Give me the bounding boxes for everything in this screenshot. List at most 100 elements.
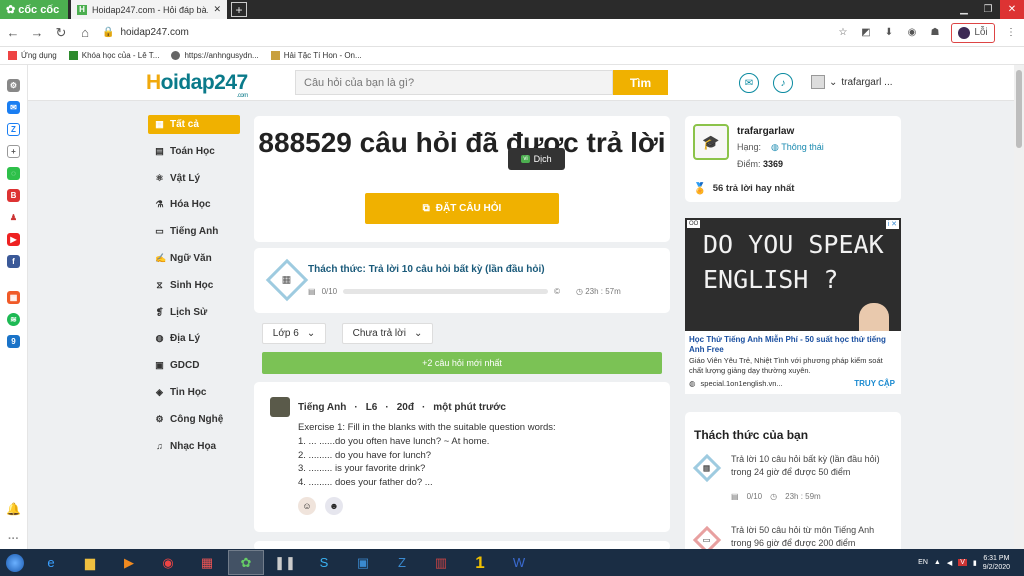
settings-icon[interactable]: ⚙ [7,79,20,92]
volume-icon[interactable]: ◀ [947,559,952,567]
search-button[interactable]: Tìm [613,70,668,95]
extension-icon[interactable]: ◩ [859,26,873,40]
translate-tooltip[interactable]: vi Dịch [508,148,565,170]
url-field[interactable]: 🔒 hoidap247.com [102,22,826,44]
facebook-icon[interactable]: f [7,255,20,268]
ad-url[interactable]: ◍ special.1on1english.vn... [689,379,783,388]
coccoc-menu-button[interactable]: ✿ cốc cốc [0,0,68,19]
sidebar-item-toán-học[interactable]: ▤ Toán Học [148,142,240,161]
word-icon[interactable]: W [501,550,537,575]
new-questions-button[interactable]: +2 câu hỏi mới nhất [262,352,662,374]
notification-bell-icon[interactable]: 🔔 [6,502,21,516]
spotify-icon[interactable]: ≋ [7,313,20,326]
sidebar-item-công-nghệ[interactable]: ⚙ Công Nghệ [148,410,240,429]
sidebar-item-tiếng-anh[interactable]: ▭ Tiếng Anh [148,222,240,241]
more-icon[interactable]: ··· [7,532,20,545]
close-window-icon[interactable]: ✕ [1000,0,1024,19]
avatar[interactable] [270,397,290,417]
clock[interactable]: 6:31 PM 9/2/2020 [983,554,1010,572]
notification-icon[interactable]: ♪ [773,73,793,93]
zalo-icon[interactable]: Z [7,123,20,136]
header-user-menu[interactable]: ⌄ trafargarl ... [811,75,893,89]
bookmark-game[interactable]: Hải Tặc Tí Hon - On... [270,51,362,60]
sidebar-item-sinh-học[interactable]: ⧖ Sinh Học [148,276,240,295]
window-icon[interactable]: ▣ [345,550,381,575]
coin-icon[interactable]: ◉ [905,26,919,40]
maximize-icon[interactable]: ❐ [976,0,1000,19]
sidebar-item-hóa-học[interactable]: ⚗ Hóa Học [148,195,240,214]
home-icon[interactable]: ⌂ [78,25,92,40]
bookmark-anhngu[interactable]: https://anhngusydn... [171,51,259,60]
chat-bubble-icon[interactable]: ✉ [739,73,759,93]
question-body[interactable]: Exercise 1: Fill in the blanks with the … [298,421,556,490]
new-tab-button[interactable]: + [231,2,247,17]
reload-icon[interactable]: ↻ [54,25,68,41]
skype-icon[interactable]: S [306,550,342,575]
pause-icon[interactable]: ❚❚ [267,550,303,575]
download-icon[interactable]: ⬇ [882,26,896,40]
start-button[interactable] [0,549,30,576]
b-app-icon[interactable]: B [7,189,20,202]
adchoices-icon[interactable]: OO [687,220,701,228]
challenge-card[interactable]: ▦ Thách thức: Trả lời 10 câu hỏi bất kỳ … [254,248,670,313]
android-icon[interactable]: ☗ [928,26,942,40]
messenger-icon[interactable]: ✉ [7,101,20,114]
ad-image[interactable]: OO i ✕ DO YOU SPEAK ENGLISH ? [685,218,901,331]
close-tab-icon[interactable]: ✕ [213,4,221,15]
zalo-icon[interactable]: Z [384,550,420,575]
shop-icon[interactable]: ▦ [7,291,20,304]
sidebar-item-vật-lý[interactable]: ⚛ Vật Lý [148,169,240,188]
sidebar-item-tất-cả[interactable]: ▦ Tất cả [148,115,240,134]
chat-icon[interactable]: ◌ [7,167,20,180]
profile-error-button[interactable]: Lỗi [951,22,995,43]
grade-filter-select[interactable]: Lớp 6 ⌄ [262,323,326,344]
page-scrollbar[interactable] [1014,65,1024,549]
challenge-item-text[interactable]: Trả lời 50 câu hỏi từ môn Tiếng Anh tron… [731,524,896,550]
sidebar-item-ngữ-văn[interactable]: ✍ Ngữ Văn [148,249,240,268]
ask-question-button[interactable]: ⧉ ĐẶT CÂU HỎI [365,193,559,224]
person-icon[interactable]: ♟ [7,211,20,224]
ad-visit-button[interactable]: TRUY CẬP [854,379,895,388]
search-input[interactable]: Câu hỏi của bạn là gì? [295,70,613,95]
chrome-icon[interactable]: ◉ [150,550,186,575]
paint-icon[interactable]: ▦ [189,550,225,575]
ie-icon[interactable]: e [33,550,69,575]
hoidap-logo[interactable]: Hoidap247 .com [146,71,248,99]
close-ad-icon[interactable]: i ✕ [885,220,899,229]
sidebar-item-tin-học[interactable]: ◈ Tin Học [148,383,240,402]
bookmark-course[interactable]: Khóa học của - Lê T... [68,51,159,60]
face-icon[interactable]: ☻ [325,497,343,515]
back-icon[interactable]: ← [6,25,20,40]
add-icon[interactable]: + [7,145,20,158]
sidebar-item-nhạc-họa[interactable]: ♫ Nhạc Họa [148,437,240,456]
status-filter-select[interactable]: Chưa trả lời ⌄ [342,323,433,344]
antivirus-icon[interactable]: V [958,559,967,566]
face-icon[interactable]: ☺ [298,497,316,515]
media-player-icon[interactable]: ▶ [111,550,147,575]
network-icon[interactable]: ▮ [973,559,977,567]
coccoc-taskbar-icon[interactable]: ✿ [228,550,264,575]
advertisement[interactable]: OO i ✕ DO YOU SPEAK ENGLISH ? Học Thử Ti… [685,218,901,394]
bookmark-apps[interactable]: Ứng dụng [8,51,57,60]
bookmark-star-icon[interactable]: ☆ [836,26,850,40]
question-card[interactable]: Tiếng Anh · L6 · 20đ · một phút trước Exercise… [254,382,670,532]
winrar-icon[interactable]: ▥ [423,550,459,575]
folder-icon[interactable]: ▆ [72,550,108,575]
youtube-icon[interactable]: ▶ [7,233,20,246]
scrollbar-thumb[interactable] [1016,70,1022,148]
nine-icon[interactable]: 9 [7,335,20,348]
forward-icon[interactable]: → [30,25,44,40]
arrow-up-icon[interactable]: ▲ [934,559,941,566]
clock-icon: ◷ [576,287,583,296]
sidebar-item-gdcd[interactable]: ▣ GDCD [148,356,240,375]
sidebar-item-lịch-sử[interactable]: ❡ Lịch Sử [148,303,240,322]
sidebar-item-địa-lý[interactable]: ◍ Địa Lý [148,329,240,348]
ad-title[interactable]: Học Thử Tiếng Anh Miễn Phí - 50 suất học… [689,335,894,355]
browser-tab-hoidap[interactable]: H Hoidap247.com - Hỏi đáp bà... ✕ [71,0,227,19]
avatar[interactable]: 🎓 [693,124,729,160]
menu-icon[interactable]: ⋮ [1004,26,1018,40]
user-name[interactable]: trafargarlaw [737,126,794,137]
one-icon[interactable]: 1 [462,550,498,575]
challenge-item-text[interactable]: Trả lời 10 câu hỏi bất kỳ (lần đầu hỏi) … [731,453,896,479]
minimize-icon[interactable]: ▁ [952,0,976,19]
